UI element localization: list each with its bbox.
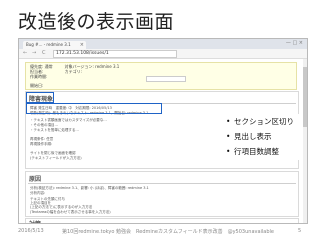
url-input[interactable]: 172.31.53.108/issues/1: [53, 50, 177, 58]
info-row: 開始日:: [30, 83, 44, 88]
section-heading: 対策: [29, 219, 41, 223]
info-field[interactable]: [146, 76, 186, 82]
footer-date: 2016/5/13: [18, 228, 44, 234]
address-bar: ← → C 172.31.53.108/issues/1: [19, 49, 307, 59]
section-line: (テキストフィールドが入力方法): [30, 156, 82, 160]
page-number: 5: [298, 228, 302, 234]
section-cause: 原因 分析(検証方法): redmine 3.1、影響: 小 (ほぼ)、障害の範…: [25, 171, 299, 217]
info-row: 作業時間:: [30, 74, 48, 79]
bullet-list: • セクション区切り • 見出し表示 • 行項目数調整: [222, 114, 302, 160]
scrollbar[interactable]: [303, 59, 307, 223]
section-line: ・テキストを簡単に処理する…: [30, 128, 79, 132]
highlight-line: [26, 103, 162, 114]
scrollbar-thumb[interactable]: [303, 67, 307, 127]
tab-bar: Bug #… - redmine 3.1 × — □ ×: [19, 39, 307, 49]
section-line: 再現操作手順:: [30, 142, 53, 146]
section-line: 分析(検証方法): redmine 3.1、影響: 小 (ほぼ)、障害の範囲: …: [30, 186, 149, 190]
issue-attributes: 優先度: 通常 対象バージョン: redmine 3.1 担当者: カテゴリ: …: [25, 62, 297, 90]
section-countermeasure: 対策: [25, 218, 299, 223]
browser-tab[interactable]: Bug #… - redmine 3.1 ×: [23, 41, 86, 49]
section-line: 分析内容:: [30, 191, 46, 195]
forward-icon[interactable]: →: [32, 50, 36, 57]
bullet-item: • 行項目数調整: [226, 147, 279, 156]
reload-icon[interactable]: C: [42, 50, 46, 57]
bullet-item: • 見出し表示: [226, 132, 272, 141]
tab-title: Bug #… - redmine 3.1: [26, 42, 71, 47]
slide-title: 改造後の表示画面: [18, 11, 175, 33]
back-icon[interactable]: ←: [23, 50, 27, 57]
bullet-item: • セクション区切り: [226, 117, 294, 126]
window-controls[interactable]: — □ ×: [286, 40, 303, 46]
section-divider: [28, 183, 296, 184]
highlight-heading: [26, 92, 54, 103]
section-heading: 原因: [29, 176, 42, 183]
section-line: (Textareaの幅を合わせて表示させる事を入力方法): [30, 210, 111, 214]
close-icon[interactable]: ×: [80, 41, 84, 49]
footer-text: 第10回redmine.tokyo 勉強会 Redmineカスタムフィールド表示…: [62, 229, 275, 235]
